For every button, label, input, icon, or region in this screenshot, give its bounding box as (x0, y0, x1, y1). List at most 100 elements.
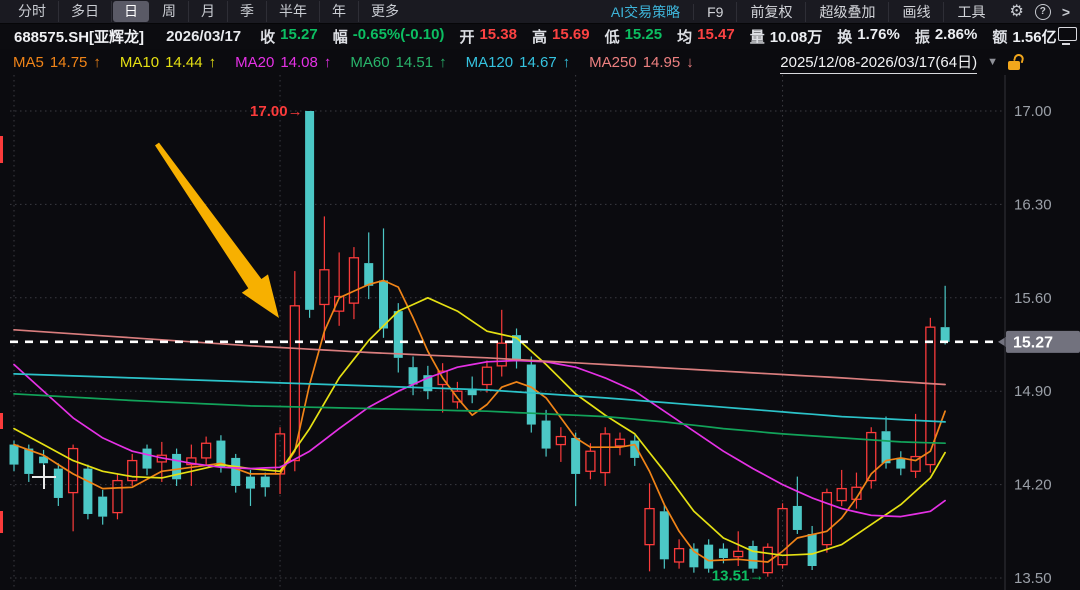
quote-field-high: 高15.69 (532, 26, 590, 47)
quote-value-high: 15.69 (552, 26, 590, 47)
low-price-annotation: 13.51→ (712, 568, 765, 585)
date-range[interactable]: 2025/12/08-2026/03/17(64日) (780, 51, 977, 74)
tab-month[interactable]: 月 (189, 1, 228, 22)
ma-label-ma20: MA20 (235, 54, 274, 71)
quote-value-close: 15.27 (280, 26, 318, 47)
tab-day[interactable]: 日 (113, 1, 149, 22)
ma-value-ma250: 14.95 (643, 54, 681, 71)
y-axis-tick: 13.50 (1014, 570, 1052, 587)
high-price-annotation: 17.00→ (250, 103, 303, 120)
quote-label-amount: 额 (992, 26, 1007, 47)
quote-field-change: 幅-0.65%(-0.10) (333, 26, 445, 47)
quote-value-volume: 10.08万 (770, 26, 823, 47)
quote-label-close: 收 (260, 26, 275, 47)
quote-label-avg: 均 (677, 26, 692, 47)
quote-value-change: -0.65%(-0.10) (353, 26, 445, 47)
drawn-arrow-annotation[interactable] (155, 143, 279, 318)
ma-label-ma250: MA250 (589, 54, 637, 71)
quote-label-volume: 量 (750, 26, 765, 47)
help-icon[interactable]: ? (1035, 4, 1051, 20)
chevron-right-icon[interactable]: > (1062, 4, 1070, 20)
ma-trend-arrow-ma10: ↑ (209, 54, 217, 71)
lock-icon[interactable] (1008, 54, 1022, 70)
ma-trend-arrow-ma5: ↑ (93, 54, 101, 71)
quote-label-amplitude: 振 (915, 26, 930, 47)
quote-value-avg: 15.47 (697, 26, 735, 47)
tab-more[interactable]: 更多 (359, 1, 411, 22)
ma-item-ma250: MA250 14.95 ↓ (589, 54, 694, 71)
button-draw-line[interactable]: 画线 (888, 2, 943, 22)
ma-value-ma10: 14.44 (165, 54, 203, 71)
quote-field-turnover: 换1.76% (837, 26, 900, 47)
tab-year[interactable]: 年 (320, 1, 359, 22)
quote-field-amplitude: 振2.86% (915, 26, 978, 47)
ma-item-ma10: MA1014.44↑ (120, 54, 216, 71)
ma-line-ma60 (14, 394, 945, 443)
ma-bar: MA514.75↑MA1014.44↑MA2014.08↑MA6014.51↑M… (0, 49, 1080, 75)
period-tabs: 分时多日日周月季半年年更多 (6, 0, 411, 23)
tab-multi-day[interactable]: 多日 (59, 1, 112, 22)
tab-quarter[interactable]: 季 (228, 1, 267, 22)
y-axis-tick: 14.90 (1014, 383, 1052, 400)
quote-label-change: 幅 (333, 26, 348, 47)
quote-bar: 688575.SH[亚辉龙] 2026/03/17 收15.27 幅-0.65%(… (0, 24, 1080, 49)
chart-canvas[interactable]: 17.0016.3015.6014.9014.2013.5015.2717.00… (0, 75, 1080, 590)
quote-value-low: 15.25 (625, 26, 663, 47)
ma-value-ma120: 14.67 (519, 54, 557, 71)
y-axis-tick: 14.20 (1014, 477, 1052, 494)
ma-line-ma10 (14, 298, 945, 556)
button-ai-strategy[interactable]: AI交易策略 (598, 2, 693, 22)
quote-field-close: 收15.27 (260, 26, 318, 47)
tab-week[interactable]: 周 (150, 1, 189, 22)
ma-items: MA514.75↑MA1014.44↑MA2014.08↑MA6014.51↑M… (13, 54, 694, 71)
tab-minute[interactable]: 分时 (6, 1, 59, 22)
quote-label-high: 高 (532, 26, 547, 47)
quote-field-avg: 均15.47 (677, 26, 735, 47)
quote-value-turnover: 1.76% (857, 26, 900, 47)
candlestick-chart[interactable]: 17.0016.3015.6014.9014.2013.5015.2717.00… (0, 75, 1080, 590)
button-f9[interactable]: F9 (693, 4, 736, 20)
ma-trend-arrow-ma60: ↑ (439, 54, 447, 71)
ma-line-ma20 (14, 361, 945, 517)
ma-item-ma60: MA60 14.51 ↑ (350, 54, 446, 71)
y-axis-tick: 16.30 (1014, 196, 1052, 213)
ma-trend-arrow-ma20: ↑ (324, 54, 332, 71)
button-super-overlay[interactable]: 超级叠加 (805, 2, 888, 22)
current-price-label: 15.27 (1013, 334, 1053, 351)
quote-fields: 收15.27幅-0.65%(-0.10)开15.38高15.69低15.25均1… (260, 26, 1056, 47)
ma-line-ma5 (14, 281, 945, 563)
monitor-icon[interactable] (1058, 27, 1077, 41)
stock-symbol: 688575.SH[亚辉龙] (14, 26, 144, 47)
quote-value-open: 15.38 (479, 26, 517, 47)
tab-half-year[interactable]: 半年 (267, 1, 320, 22)
ma-trend-arrow-ma250: ↓ (686, 54, 694, 71)
quote-label-low: 低 (605, 26, 620, 47)
toolbar-actions: AI交易策略F9前复权超级叠加画线工具 ⚙ ? > (598, 0, 1074, 23)
ma-line-ma250 (14, 330, 945, 385)
chevron-down-icon[interactable]: ▼ (987, 56, 998, 68)
ma-label-ma60: MA60 (350, 54, 389, 71)
ma-value-ma60: 14.51 (396, 54, 434, 71)
quote-field-volume: 量10.08万 (750, 26, 823, 47)
y-axis-tick: 17.00 (1014, 103, 1052, 120)
quote-date: 2026/03/17 (166, 28, 241, 45)
ma-trend-arrow-ma120: ↑ (563, 54, 571, 71)
quote-value-amount: 1.56亿 (1012, 26, 1056, 47)
quote-label-open: 开 (459, 26, 474, 47)
ma-item-ma120: MA120 14.67 ↑ (466, 54, 571, 71)
button-tools[interactable]: 工具 (943, 2, 998, 22)
ma-item-ma5: MA514.75↑ (13, 54, 101, 71)
button-forward-adjust[interactable]: 前复权 (736, 2, 805, 22)
quote-label-turnover: 换 (837, 26, 852, 47)
gear-icon[interactable]: ⚙ (1009, 4, 1023, 20)
quote-field-amount: 额1.56亿 (992, 26, 1056, 47)
ma-item-ma20: MA20 14.08 ↑ (235, 54, 331, 71)
date-range-control: 2025/12/08-2026/03/17(64日) ▼ (780, 51, 1022, 74)
toolbar-buttons: AI交易策略F9前复权超级叠加画线工具 (598, 0, 999, 23)
ma-label-ma120: MA120 (466, 54, 514, 71)
quote-field-low: 低15.25 (605, 26, 663, 47)
ma-line-ma120 (14, 374, 945, 422)
quote-field-open: 开15.38 (459, 26, 517, 47)
period-tabbar: 分时多日日周月季半年年更多 AI交易策略F9前复权超级叠加画线工具 ⚙ ? > (0, 0, 1080, 24)
ma-value-ma20: 14.08 (280, 54, 318, 71)
